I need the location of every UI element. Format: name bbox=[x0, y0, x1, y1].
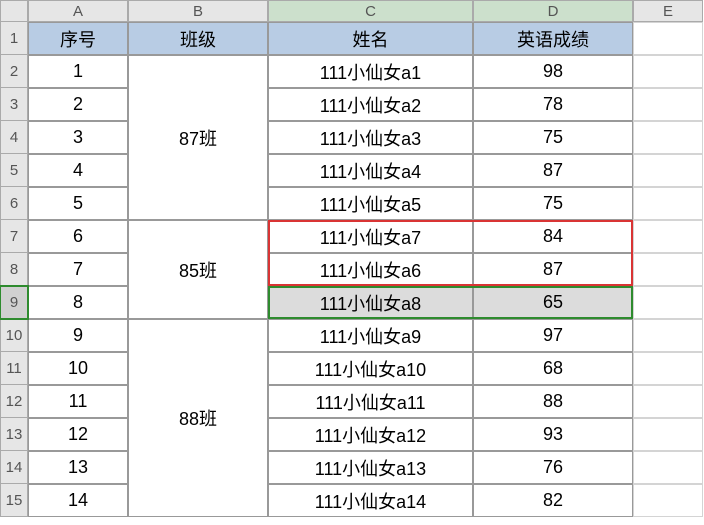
cell-A10[interactable]: 9 bbox=[28, 319, 128, 352]
cell-C11[interactable]: 111小仙女a10 bbox=[268, 352, 473, 385]
cell-D15[interactable]: 82 bbox=[473, 484, 633, 517]
row-header-2[interactable]: 2 bbox=[0, 55, 28, 88]
cell-A12[interactable]: 11 bbox=[28, 385, 128, 418]
cell-C10[interactable]: 111小仙女a9 bbox=[268, 319, 473, 352]
cell-C12[interactable]: 111小仙女a11 bbox=[268, 385, 473, 418]
row-header-4[interactable]: 4 bbox=[0, 121, 28, 154]
row-header-9[interactable]: 9 bbox=[0, 286, 28, 319]
cell-A15[interactable]: 14 bbox=[28, 484, 128, 517]
cell-D4[interactable]: 75 bbox=[473, 121, 633, 154]
cell-E8[interactable] bbox=[633, 253, 703, 286]
row-header-13[interactable]: 13 bbox=[0, 418, 28, 451]
header-class[interactable]: 班级 bbox=[128, 22, 268, 55]
cell-D7[interactable]: 84 bbox=[473, 220, 633, 253]
cell-E1[interactable] bbox=[633, 22, 703, 55]
cell-C9[interactable]: 111小仙女a8 bbox=[268, 286, 473, 319]
cell-D5[interactable]: 87 bbox=[473, 154, 633, 187]
cell-D10[interactable]: 97 bbox=[473, 319, 633, 352]
row-header-3[interactable]: 3 bbox=[0, 88, 28, 121]
row-header-14[interactable]: 14 bbox=[0, 451, 28, 484]
cell-A2[interactable]: 1 bbox=[28, 55, 128, 88]
col-header-D[interactable]: D bbox=[473, 0, 633, 22]
cell-E11[interactable] bbox=[633, 352, 703, 385]
cell-C7[interactable]: 111小仙女a7 bbox=[268, 220, 473, 253]
row-header-11[interactable]: 11 bbox=[0, 352, 28, 385]
cell-E9[interactable] bbox=[633, 286, 703, 319]
col-header-C[interactable]: C bbox=[268, 0, 473, 22]
cell-D14[interactable]: 76 bbox=[473, 451, 633, 484]
cell-C6[interactable]: 111小仙女a5 bbox=[268, 187, 473, 220]
cell-C3[interactable]: 111小仙女a2 bbox=[268, 88, 473, 121]
cell-E13[interactable] bbox=[633, 418, 703, 451]
cell-E3[interactable] bbox=[633, 88, 703, 121]
cell-B7[interactable]: 85班 bbox=[128, 220, 268, 319]
cell-A3[interactable]: 2 bbox=[28, 88, 128, 121]
row-header-15[interactable]: 15 bbox=[0, 484, 28, 517]
cell-D8[interactable]: 87 bbox=[473, 253, 633, 286]
cell-B2[interactable]: 87班 bbox=[128, 55, 268, 220]
header-name[interactable]: 姓名 bbox=[268, 22, 473, 55]
cell-D11[interactable]: 68 bbox=[473, 352, 633, 385]
cell-D9[interactable]: 65 bbox=[473, 286, 633, 319]
header-seq[interactable]: 序号 bbox=[28, 22, 128, 55]
row-header-10[interactable]: 10 bbox=[0, 319, 28, 352]
cell-E2[interactable] bbox=[633, 55, 703, 88]
cell-C4[interactable]: 111小仙女a3 bbox=[268, 121, 473, 154]
cell-D3[interactable]: 78 bbox=[473, 88, 633, 121]
cell-B10[interactable]: 88班 bbox=[128, 319, 268, 517]
col-header-E[interactable]: E bbox=[633, 0, 703, 22]
cell-E12[interactable] bbox=[633, 385, 703, 418]
cell-C14[interactable]: 111小仙女a13 bbox=[268, 451, 473, 484]
row-header-5[interactable]: 5 bbox=[0, 154, 28, 187]
cell-E14[interactable] bbox=[633, 451, 703, 484]
cell-A6[interactable]: 5 bbox=[28, 187, 128, 220]
cell-C15[interactable]: 111小仙女a14 bbox=[268, 484, 473, 517]
corner-cell[interactable] bbox=[0, 0, 28, 22]
row-header-8[interactable]: 8 bbox=[0, 253, 28, 286]
header-score[interactable]: 英语成绩 bbox=[473, 22, 633, 55]
row-header-1[interactable]: 1 bbox=[0, 22, 28, 55]
cell-D6[interactable]: 75 bbox=[473, 187, 633, 220]
cell-E4[interactable] bbox=[633, 121, 703, 154]
cell-E6[interactable] bbox=[633, 187, 703, 220]
cell-A11[interactable]: 10 bbox=[28, 352, 128, 385]
cell-A8[interactable]: 7 bbox=[28, 253, 128, 286]
spreadsheet-grid[interactable]: A B C D E 1 序号 班级 姓名 英语成绩 2 1 87班 111小仙女… bbox=[0, 0, 704, 517]
row-header-6[interactable]: 6 bbox=[0, 187, 28, 220]
cell-E5[interactable] bbox=[633, 154, 703, 187]
cell-C8[interactable]: 111小仙女a6 bbox=[268, 253, 473, 286]
cell-A7[interactable]: 6 bbox=[28, 220, 128, 253]
cell-E10[interactable] bbox=[633, 319, 703, 352]
cell-E7[interactable] bbox=[633, 220, 703, 253]
cell-A14[interactable]: 13 bbox=[28, 451, 128, 484]
cell-C2[interactable]: 111小仙女a1 bbox=[268, 55, 473, 88]
col-header-B[interactable]: B bbox=[128, 0, 268, 22]
cell-C5[interactable]: 111小仙女a4 bbox=[268, 154, 473, 187]
row-header-7[interactable]: 7 bbox=[0, 220, 28, 253]
cell-E15[interactable] bbox=[633, 484, 703, 517]
cell-D2[interactable]: 98 bbox=[473, 55, 633, 88]
cell-D13[interactable]: 93 bbox=[473, 418, 633, 451]
cell-A13[interactable]: 12 bbox=[28, 418, 128, 451]
cell-D12[interactable]: 88 bbox=[473, 385, 633, 418]
cell-A5[interactable]: 4 bbox=[28, 154, 128, 187]
row-header-12[interactable]: 12 bbox=[0, 385, 28, 418]
col-header-A[interactable]: A bbox=[28, 0, 128, 22]
cell-A9[interactable]: 8 bbox=[28, 286, 128, 319]
cell-A4[interactable]: 3 bbox=[28, 121, 128, 154]
cell-C13[interactable]: 111小仙女a12 bbox=[268, 418, 473, 451]
